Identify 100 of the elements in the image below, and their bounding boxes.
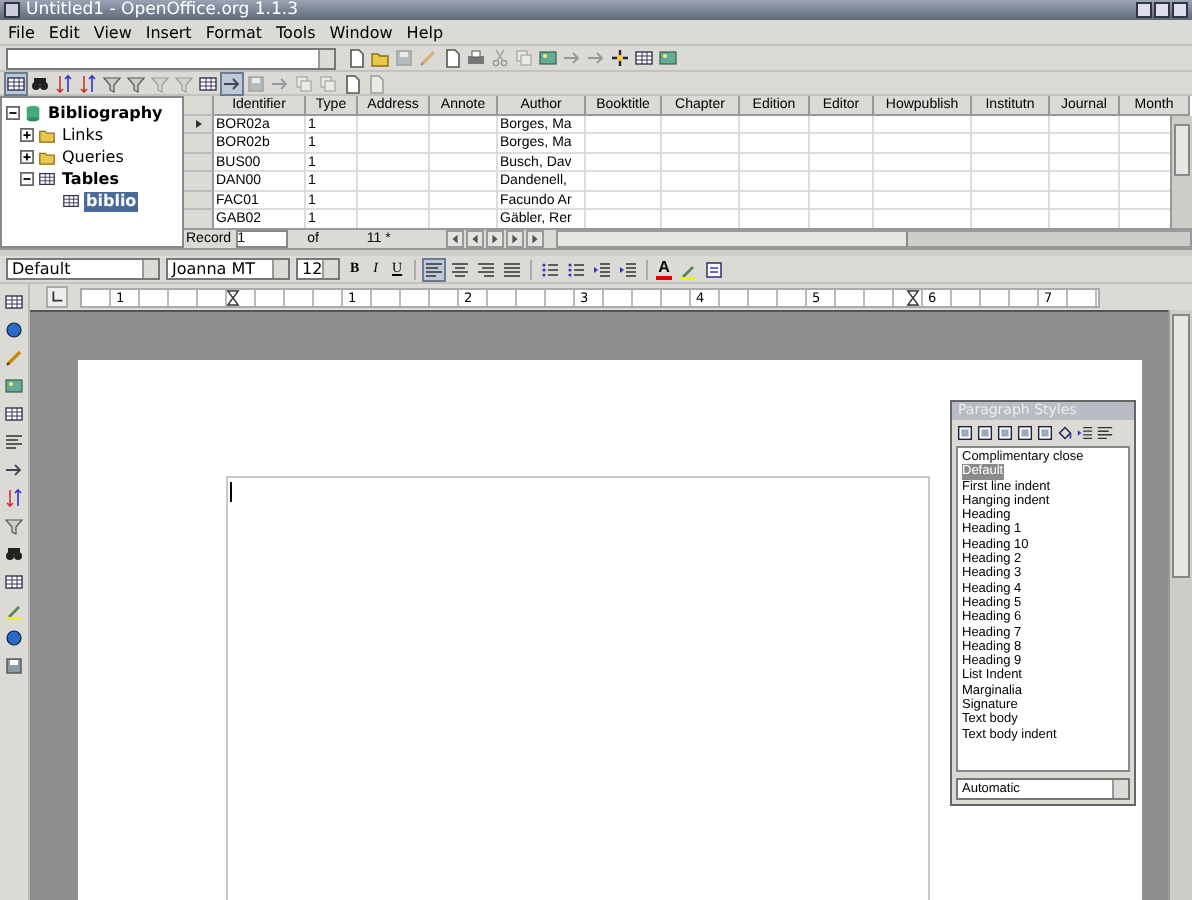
table-cell: [358, 191, 430, 210]
table-cell: [874, 153, 972, 172]
tree-item[interactable]: Links: [60, 125, 106, 145]
binoculars-icon[interactable]: [30, 73, 50, 93]
bullet-list-icon[interactable]: [540, 259, 561, 279]
tree-item[interactable]: Queries: [60, 147, 126, 167]
indent-icon[interactable]: [592, 259, 613, 279]
menu-item[interactable]: Window: [329, 21, 393, 43]
justify-icon[interactable]: [502, 259, 523, 279]
window-title: Untitled1 - OpenOffice.org 1.1.3: [26, 0, 298, 20]
database-icon: [24, 104, 42, 122]
table-cell: [358, 172, 430, 191]
collapse-icon[interactable]: [6, 106, 20, 120]
font-name-field[interactable]: Joanna MT: [166, 258, 290, 280]
circle-icon[interactable]: [4, 320, 24, 340]
bullet-list-icon[interactable]: [566, 259, 587, 279]
table-icon: [62, 192, 80, 210]
paint-bucket-icon[interactable]: [1056, 424, 1074, 442]
sort-icon[interactable]: [78, 73, 98, 93]
table-cell: [874, 134, 972, 153]
table-cell: [874, 172, 972, 191]
document-icon[interactable]: [442, 48, 462, 68]
crosshair-icon[interactable]: [610, 48, 630, 68]
menu-item[interactable]: File: [8, 21, 35, 43]
current-row-icon: [195, 119, 201, 128]
highlighter-icon[interactable]: [4, 600, 24, 620]
align-left-icon[interactable]: [424, 259, 445, 279]
binoculars-icon[interactable]: [4, 544, 24, 564]
table-cell: [740, 153, 810, 172]
menu-item[interactable]: Tools: [276, 21, 316, 43]
menu-item[interactable]: Format: [205, 21, 263, 43]
arrow-icon[interactable]: [4, 460, 24, 480]
picture-icon[interactable]: [4, 376, 24, 396]
menu-item[interactable]: View: [93, 21, 132, 43]
indent-icon[interactable]: [618, 259, 639, 279]
new-style-icon[interactable]: [1076, 424, 1094, 442]
table-cell: [430, 172, 498, 191]
align-left-icon[interactable]: [4, 432, 24, 452]
minimize-button[interactable]: [1136, 2, 1152, 18]
table-cell: [810, 153, 874, 172]
indent-marker-icon[interactable]: [226, 287, 240, 307]
table-cell: [740, 172, 810, 191]
scrollbar-thumb[interactable]: [1174, 124, 1190, 176]
table-cell: [810, 191, 874, 210]
collapse-icon[interactable]: [20, 172, 34, 186]
printer-icon[interactable]: [466, 48, 486, 68]
tab-stop-icon[interactable]: [46, 286, 68, 308]
table-cell: [358, 153, 430, 172]
paragraph-background-icon[interactable]: [703, 259, 724, 279]
splitter-handle[interactable]: [0, 250, 1192, 256]
tree-item[interactable]: biblio: [84, 191, 139, 211]
sort-icon[interactable]: [4, 488, 24, 508]
align-right-icon[interactable]: [476, 259, 497, 279]
table-cell: [662, 191, 740, 210]
window-menu-icon[interactable]: [4, 2, 20, 18]
indent-marker-icon[interactable]: [906, 287, 920, 307]
table-icon[interactable]: [4, 572, 24, 592]
table-icon[interactable]: [634, 48, 654, 68]
font-size-field[interactable]: 12: [296, 258, 340, 280]
circle-icon[interactable]: [4, 628, 24, 648]
table-cell: [586, 115, 662, 134]
menu-item[interactable]: Edit: [48, 21, 80, 43]
scrollbar[interactable]: [1168, 310, 1192, 900]
scrollbar-thumb[interactable]: [1172, 314, 1190, 578]
table-cell: [874, 191, 972, 210]
tree-item[interactable]: Tables: [60, 169, 121, 189]
scrollbar[interactable]: [1170, 116, 1192, 228]
align-center-icon[interactable]: [450, 259, 471, 279]
folder-icon[interactable]: [370, 48, 390, 68]
table-cell: [874, 115, 972, 134]
picture-icon[interactable]: [538, 48, 558, 68]
table-cell: [740, 134, 810, 153]
table-cell: [430, 115, 498, 134]
scrollbar-thumb[interactable]: [558, 232, 908, 246]
close-button[interactable]: [1172, 2, 1188, 18]
expand-icon[interactable]: [20, 128, 34, 142]
menu-item[interactable]: Help: [406, 21, 444, 43]
table-icon: [38, 170, 56, 188]
arrow-icon[interactable]: [222, 73, 242, 93]
table-cell: [1050, 115, 1120, 134]
sort-icon[interactable]: [54, 73, 74, 93]
url-field[interactable]: [6, 47, 336, 69]
table-cell: [662, 115, 740, 134]
table-cell: [586, 191, 662, 210]
paragraph-style-field[interactable]: Default: [6, 258, 160, 280]
table-cell: [972, 115, 1050, 134]
table-cell: [662, 172, 740, 191]
table-icon[interactable]: [198, 73, 218, 93]
picture-icon[interactable]: [658, 48, 678, 68]
expand-icon[interactable]: [20, 150, 34, 164]
table-icon[interactable]: [6, 73, 26, 93]
font-color-button[interactable]: A: [656, 259, 672, 279]
filter-icon[interactable]: [4, 516, 24, 536]
table-icon[interactable]: [4, 404, 24, 424]
menu-item[interactable]: Insert: [145, 21, 192, 43]
scrollbar[interactable]: [556, 230, 1192, 248]
table-cell: [972, 172, 1050, 191]
tree-item[interactable]: Bibliography: [46, 103, 165, 123]
table-icon[interactable]: [4, 292, 24, 312]
maximize-button[interactable]: [1154, 2, 1170, 18]
